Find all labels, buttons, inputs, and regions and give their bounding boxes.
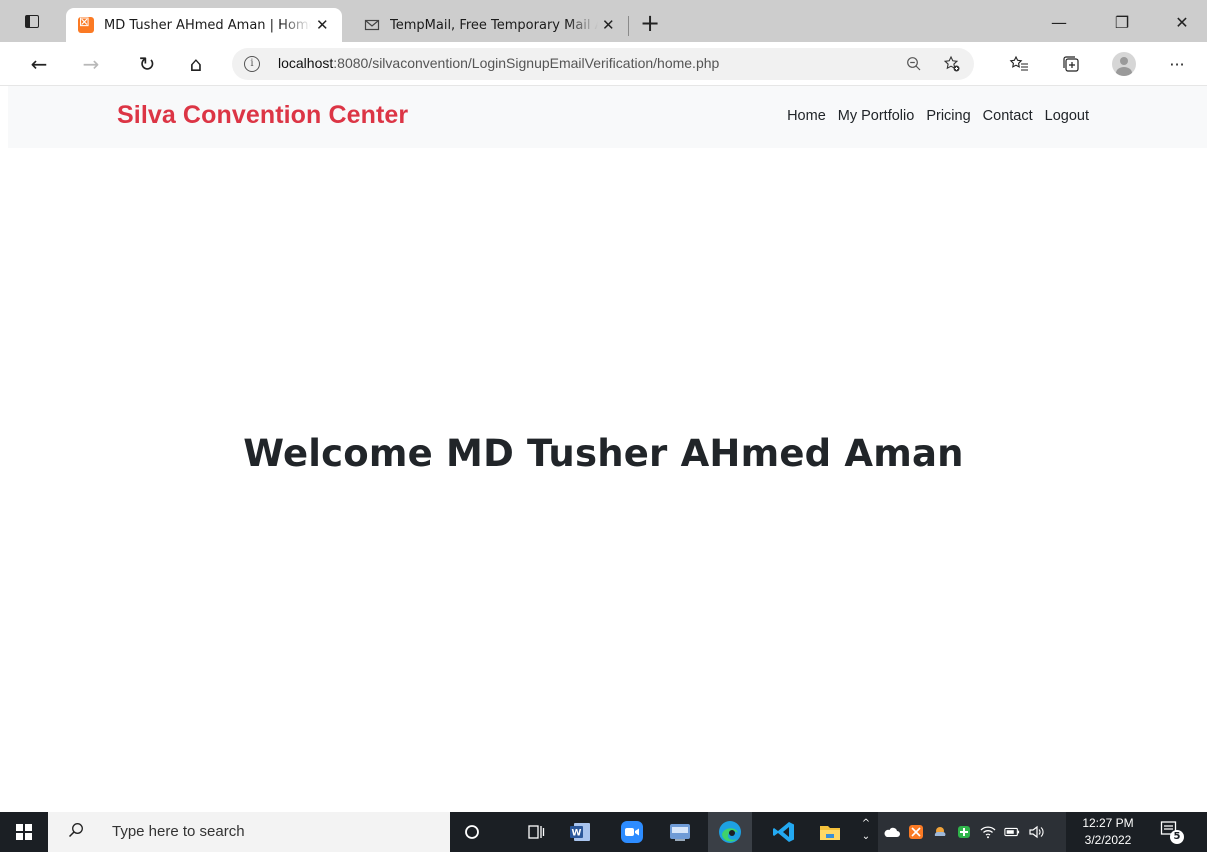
url-text[interactable]: localhost:8080/silvaconvention/LoginSign… xyxy=(278,55,719,71)
word-icon[interactable]: W xyxy=(566,818,594,846)
nav-pricing-link[interactable]: Pricing xyxy=(920,108,976,124)
tab-home[interactable]: MD Tusher AHmed Aman | Home ✕ xyxy=(66,8,342,42)
tab-tempmail[interactable]: TempMail, Free Temporary Mail Address ✕ xyxy=(352,8,626,42)
nav-logout-link[interactable]: Logout xyxy=(1039,108,1095,124)
system-tray xyxy=(878,812,1066,852)
windows-icon xyxy=(16,824,32,840)
tab-divider xyxy=(628,16,629,36)
xampp-tray-icon[interactable] xyxy=(908,824,924,840)
address-bar[interactable]: i localhost:8080/silvaconvention/LoginSi… xyxy=(232,48,974,80)
search-placeholder: Type here to search xyxy=(112,823,245,840)
nav-portfolio-link[interactable]: My Portfolio xyxy=(832,108,921,124)
close-tab-icon[interactable]: ✕ xyxy=(598,13,618,37)
volume-icon[interactable] xyxy=(1028,824,1044,840)
show-hidden-icons-button[interactable]: ^ ⌄ xyxy=(856,812,876,852)
new-tab-button[interactable]: + xyxy=(638,11,662,36)
close-tab-icon[interactable]: ✕ xyxy=(311,13,334,37)
taskbar: Type here to search W ^ ⌄ 12:27 PM 3/2/2… xyxy=(0,812,1207,852)
more-options-icon[interactable]: ··· xyxy=(1164,51,1190,77)
favorites-icon[interactable] xyxy=(1006,51,1032,77)
zoom-out-icon[interactable] xyxy=(902,52,926,76)
wifi-icon[interactable] xyxy=(980,824,996,840)
taskbar-clock[interactable]: 12:27 PM 3/2/2022 xyxy=(1078,815,1138,849)
file-explorer-icon[interactable] xyxy=(816,818,844,846)
site-navbar: Silva Convention Center Home My Portfoli… xyxy=(8,86,1207,148)
clock-date: 3/2/2022 xyxy=(1084,833,1132,847)
web-page: Silva Convention Center Home My Portfoli… xyxy=(0,86,1207,812)
tab-title: TempMail, Free Temporary Mail Address xyxy=(390,17,598,33)
browser-toolbar: ← → ↻ ⌂ i localhost:8080/silvaconvention… xyxy=(0,42,1207,86)
app-icon[interactable] xyxy=(666,818,694,846)
clock-time: 12:27 PM xyxy=(1082,816,1134,830)
nav-home-link[interactable]: Home xyxy=(781,108,832,124)
home-button[interactable]: ⌂ xyxy=(183,51,209,77)
taskbar-search[interactable]: Type here to search xyxy=(48,812,450,852)
restore-button[interactable]: ❐ xyxy=(1110,10,1134,34)
task-view-icon[interactable] xyxy=(522,818,550,846)
tab-actions-icon[interactable] xyxy=(22,12,42,32)
notifications-icon[interactable]: 5 xyxy=(1160,820,1186,846)
site-menu: Home My Portfolio Pricing Contact Logout xyxy=(781,108,1095,124)
onedrive-icon[interactable] xyxy=(884,824,900,840)
cortana-icon[interactable] xyxy=(458,818,486,846)
site-brand[interactable]: Silva Convention Center xyxy=(117,101,408,130)
add-favorite-icon[interactable] xyxy=(940,52,964,76)
minimize-button[interactable]: — xyxy=(1047,10,1071,34)
close-window-button[interactable]: ✕ xyxy=(1170,10,1194,34)
tab-title: MD Tusher AHmed Aman | Home xyxy=(104,17,311,33)
info-icon[interactable]: i xyxy=(244,56,260,72)
battery-icon[interactable] xyxy=(1004,824,1020,840)
xampp-icon xyxy=(78,15,94,33)
collections-icon[interactable] xyxy=(1058,51,1084,77)
weather-icon[interactable] xyxy=(932,824,948,840)
vscode-icon[interactable] xyxy=(770,818,798,846)
edge-icon[interactable] xyxy=(708,812,752,852)
profile-avatar[interactable] xyxy=(1112,52,1136,76)
start-button[interactable] xyxy=(0,812,48,852)
search-icon xyxy=(68,822,84,842)
refresh-button[interactable]: ↻ xyxy=(134,51,160,77)
nav-contact-link[interactable]: Contact xyxy=(977,108,1039,124)
welcome-heading: Welcome MD Tusher AHmed Aman xyxy=(243,432,964,475)
browser-tab-strip: MD Tusher AHmed Aman | Home ✕ TempMail, … xyxy=(0,0,1207,42)
mail-icon xyxy=(364,17,380,33)
forward-button[interactable]: → xyxy=(78,51,104,77)
svg-text:W: W xyxy=(572,829,582,839)
back-button[interactable]: ← xyxy=(26,51,52,77)
security-icon[interactable] xyxy=(956,824,972,840)
zoom-icon[interactable] xyxy=(618,818,646,846)
notification-badge: 5 xyxy=(1170,830,1184,844)
